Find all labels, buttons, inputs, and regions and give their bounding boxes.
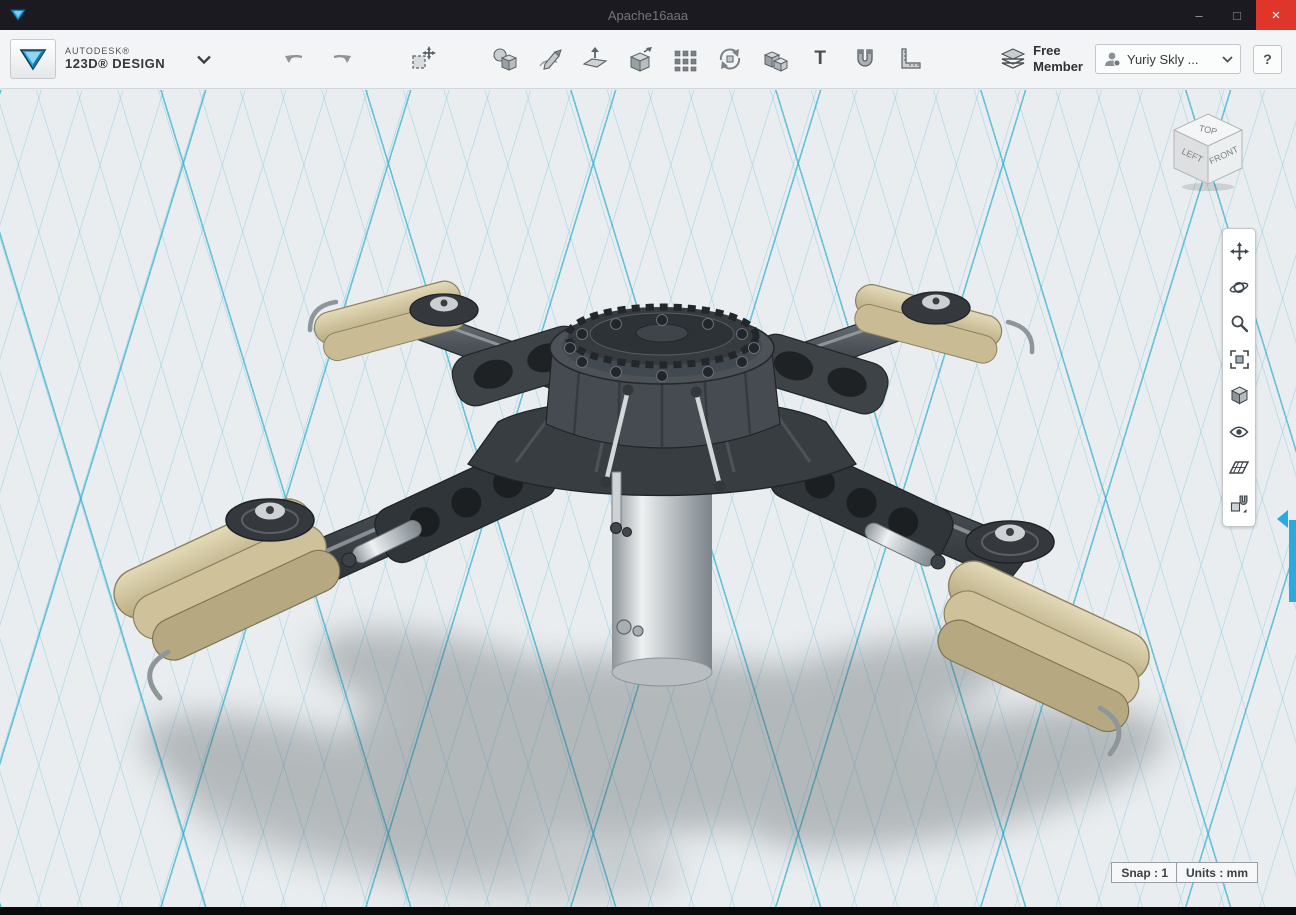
maximize-button[interactable]: □ (1218, 0, 1256, 30)
minimize-button[interactable]: – (1180, 0, 1218, 30)
primitives-icon (493, 48, 518, 71)
free-member-line1: Free (1033, 43, 1061, 59)
transform-tool-button[interactable] (407, 36, 439, 82)
ground-grid-button[interactable] (1223, 450, 1255, 485)
help-button[interactable]: ? (1253, 44, 1282, 74)
ruler-icon (901, 48, 921, 69)
pan-icon (1229, 242, 1249, 261)
quad-rotor-head-3d-model[interactable] (0, 90, 1296, 907)
combine-icon (763, 51, 789, 72)
snap-status[interactable]: Snap : 1 (1111, 862, 1178, 883)
brand-text: AUTODESK® 123D® DESIGN (65, 46, 165, 71)
grouping-tool-button[interactable] (714, 36, 746, 82)
brand-logo-button[interactable] (10, 39, 56, 79)
undo-icon (285, 54, 303, 63)
fit-view-icon (1229, 350, 1249, 369)
snap-magnet-icon (1230, 495, 1247, 513)
tool-group: T (407, 36, 926, 82)
undo-redo-group (279, 36, 357, 82)
text-tool-icon: T (814, 48, 826, 69)
main-menu-dropdown[interactable] (191, 46, 217, 72)
titlebar: Apache16aaa – □ × (0, 0, 1296, 30)
snap-settings-button[interactable] (1223, 486, 1255, 521)
fit-view-button[interactable] (1223, 342, 1255, 377)
app-logo-icon (10, 8, 26, 22)
toolbar-right-cluster: Free Member Yuriy Skly ... ? (1001, 43, 1286, 74)
zoom-button[interactable] (1223, 306, 1255, 341)
window-controls: – □ × (1180, 0, 1296, 30)
shaded-cube-icon (1230, 386, 1248, 405)
brand-line2: 123D® DESIGN (65, 55, 166, 71)
free-member-line2: Member (1033, 59, 1083, 74)
viewport-3d[interactable]: TOP LEFT FRONT Snap: 1 Units: mm (0, 90, 1296, 907)
redo-icon (333, 54, 352, 63)
modify-icon (629, 47, 653, 72)
eye-icon (1229, 425, 1249, 438)
right-edge-scrollbar[interactable] (1289, 520, 1296, 602)
visibility-button[interactable] (1223, 414, 1255, 449)
measure-tool-button[interactable] (894, 36, 926, 82)
pattern-tool-button[interactable] (669, 36, 701, 82)
undo-button[interactable] (279, 36, 311, 82)
pan-button[interactable] (1223, 234, 1255, 269)
bottom-border-bar (0, 907, 1296, 915)
grid-plane-icon (1229, 461, 1249, 474)
snap-tool-button[interactable] (849, 36, 881, 82)
brand-logo-icon (19, 49, 47, 71)
redo-button[interactable] (325, 36, 357, 82)
app-window: Apache16aaa – □ × AUTODESK® 123D® DESIGN (0, 0, 1296, 915)
orbit-icon (1229, 282, 1249, 293)
sketch-icon (539, 49, 562, 70)
panel-expand-arrow[interactable] (1277, 510, 1288, 528)
view-tools-palette (1222, 228, 1256, 527)
grouping-icon (720, 48, 741, 70)
orbit-button[interactable] (1223, 270, 1255, 305)
construct-icon (582, 47, 608, 68)
layers-icon (1001, 48, 1026, 69)
window-title: Apache16aaa (607, 7, 689, 23)
view-cube-icon: TOP LEFT FRONT (1172, 113, 1244, 191)
primitives-tool-button[interactable] (489, 36, 521, 82)
text-tool-button[interactable]: T (804, 36, 836, 82)
close-button[interactable]: × (1256, 0, 1296, 30)
user-account-dropdown[interactable]: Yuriy Skly ... (1095, 44, 1241, 74)
chevron-down-icon (197, 55, 211, 64)
view-cube[interactable]: TOP LEFT FRONT (1166, 106, 1250, 192)
modify-tool-button[interactable] (624, 36, 656, 82)
magnifier-icon (1231, 315, 1248, 333)
chevron-down-icon (1222, 55, 1233, 63)
construct-tool-button[interactable] (579, 36, 611, 82)
center-hub (467, 303, 857, 497)
free-member-text: Free Member (1033, 43, 1083, 74)
view-mode-button[interactable] (1223, 378, 1255, 413)
units-status[interactable]: Units : mm (1175, 862, 1258, 883)
user-name: Yuriy Skly ... (1127, 51, 1199, 67)
magnet-icon (857, 49, 873, 67)
pattern-icon (674, 50, 697, 72)
sketch-tool-button[interactable] (534, 36, 566, 82)
combine-tool-button[interactable] (759, 36, 791, 82)
free-member-badge[interactable]: Free Member (1001, 43, 1083, 74)
transform-icon (412, 46, 437, 69)
main-toolbar: AUTODESK® 123D® DESIGN T Free Member Yur… (0, 30, 1296, 89)
user-avatar-icon (1105, 52, 1121, 67)
